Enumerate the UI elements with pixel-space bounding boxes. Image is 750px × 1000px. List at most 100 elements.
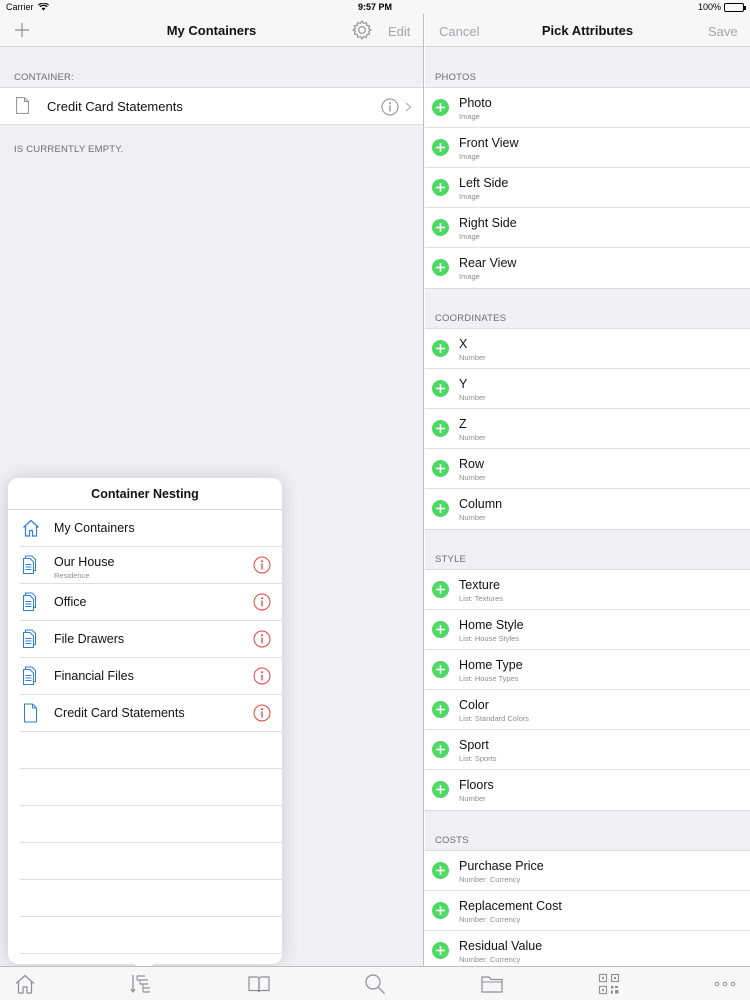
stacked-documents-icon [23,666,36,685]
section-header: COORDINATES [435,313,507,324]
right-nav-title: Pick Attributes [541,23,634,38]
info-icon[interactable] [381,98,399,116]
section-header: STYLE [435,554,467,565]
left-nav-bar: My Containers Edit [0,14,423,47]
save-button[interactable]: Save [708,24,738,39]
attribute-name: Color [459,698,489,712]
add-circle-icon[interactable] [432,380,449,397]
right-nav-bar: Cancel Pick Attributes Save [425,14,750,47]
status-bar: Carrier 9:57 PM 100% [0,0,750,14]
add-circle-icon[interactable] [432,139,449,156]
attribute-type: Number [459,473,486,482]
tab-search[interactable] [363,972,387,996]
add-circle-icon[interactable] [432,581,449,598]
attribute-row[interactable]: Sport List: Sports [425,730,750,770]
nesting-item[interactable]: File Drawers [8,621,282,658]
attribute-name: Left Side [459,176,509,190]
tab-files[interactable] [480,972,504,996]
battery-percent: 100% [697,2,721,12]
nesting-item[interactable]: Our House Residence [8,547,282,584]
attribute-row[interactable]: Column Number [425,489,750,529]
container-section-label: CONTAINER: [14,72,74,83]
nesting-item-label: Our House [54,555,115,569]
attribute-type: Number [459,513,486,522]
attribute-row[interactable]: Z Number [425,409,750,449]
add-circle-icon[interactable] [432,340,449,357]
attribute-name: Residual Value [459,939,543,953]
add-circle-icon[interactable] [432,942,449,959]
nesting-item[interactable]: My Containers [8,510,282,547]
info-icon[interactable] [253,704,271,722]
attribute-row[interactable]: Left Side Image [425,168,750,208]
attribute-row[interactable]: Purchase Price Number: Currency [425,851,750,891]
book-icon [248,976,270,993]
tab-qr[interactable] [597,972,621,996]
add-circle-icon[interactable] [432,99,449,116]
attribute-type: List: House Types [459,674,519,683]
add-circle-icon[interactable] [432,621,449,638]
nesting-item-label: File Drawers [54,632,125,646]
add-circle-icon[interactable] [432,661,449,678]
attribute-name: Home Type [459,658,523,672]
attribute-row[interactable]: X Number [425,329,750,369]
add-circle-icon[interactable] [432,500,449,517]
attribute-row[interactable]: Right Side Image [425,208,750,248]
qr-code-icon [598,973,620,995]
nesting-item[interactable]: Credit Card Statements [8,695,282,732]
attribute-type: List: Standard Colors [459,714,530,723]
attribute-row[interactable]: Front View Image [425,128,750,168]
attribute-row[interactable]: Photo Image [425,88,750,128]
settings-button[interactable] [351,19,373,41]
empty-row-divider [20,805,282,806]
search-icon [365,974,385,994]
tab-bar [0,966,750,1000]
nesting-item[interactable]: Financial Files [8,658,282,695]
tab-more[interactable] [713,972,737,996]
attribute-row[interactable]: Residual Value Number: Currency [425,931,750,966]
attribute-row[interactable]: Row Number [425,449,750,489]
battery-icon [724,2,746,12]
stacked-documents-icon [23,629,36,648]
attribute-row[interactable]: Home Type List: House Types [425,650,750,690]
attribute-row[interactable]: Y Number [425,369,750,409]
attribute-row[interactable]: Rear View Image [425,248,750,288]
current-container-row[interactable]: Credit Card Statements [0,87,423,125]
attribute-type: List: Sports [459,754,497,763]
attribute-row[interactable]: Home Style List: House Styles [425,610,750,650]
stacked-documents-icon [23,555,36,574]
add-circle-icon[interactable] [432,460,449,477]
add-circle-icon[interactable] [432,781,449,798]
info-icon[interactable] [253,593,271,611]
nesting-item-label: Financial Files [54,669,134,683]
edit-button[interactable]: Edit [388,24,410,39]
folder-icon [481,976,503,993]
attribute-name: Row [459,457,485,471]
tab-library[interactable] [247,972,271,996]
attribute-row[interactable]: Replacement Cost Number: Currency [425,891,750,931]
tab-nesting[interactable] [130,972,154,996]
add-circle-icon[interactable] [432,902,449,919]
add-circle-icon[interactable] [432,862,449,879]
attribute-name: Floors [459,778,494,792]
add-circle-icon[interactable] [432,701,449,718]
nesting-item[interactable]: Office [8,584,282,621]
add-circle-icon[interactable] [432,179,449,196]
add-circle-icon[interactable] [432,259,449,276]
info-icon[interactable] [253,630,271,648]
add-circle-icon[interactable] [432,741,449,758]
nesting-item-label: Office [54,595,87,609]
house-icon [23,519,39,537]
attribute-group: Purchase Price Number: Currency Replacemen… [425,850,750,966]
info-icon[interactable] [253,556,271,574]
add-circle-icon[interactable] [432,219,449,236]
tab-home[interactable] [13,972,37,996]
attribute-row[interactable]: Floors Number [425,770,750,810]
attribute-type: List: Textures [459,594,504,603]
attribute-row[interactable]: Color List: Standard Colors [425,690,750,730]
attribute-row[interactable]: Texture List: Textures [425,570,750,610]
add-circle-icon[interactable] [432,420,449,437]
info-icon[interactable] [253,667,271,685]
attribute-name: Right Side [459,216,517,230]
nesting-icon [130,975,150,994]
attribute-type: Number [459,353,486,362]
